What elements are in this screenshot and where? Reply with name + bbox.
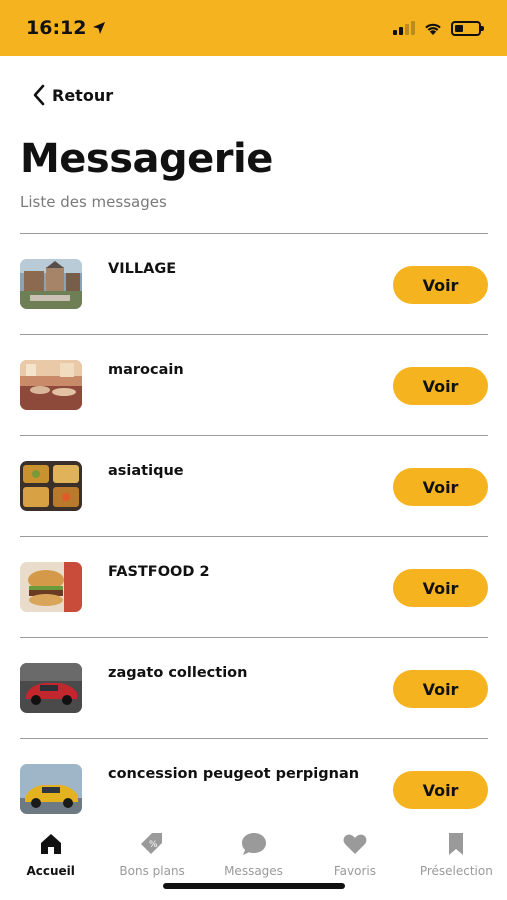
bookmark-icon <box>449 833 464 855</box>
message-title: concession peugeot perpignan <box>108 766 360 782</box>
tab-preselection[interactable]: Préselection <box>406 820 507 900</box>
message-list: VILLAGE Voir marocain Voir asiatique Voi… <box>20 233 488 839</box>
cellular-signal-icon <box>393 21 415 35</box>
list-item: VILLAGE Voir <box>20 233 488 334</box>
message-title: VILLAGE <box>108 261 177 277</box>
view-button[interactable]: Voir <box>393 771 488 809</box>
restaurant-thumbnail <box>20 360 82 410</box>
burger-thumbnail <box>20 562 82 612</box>
tab-label: Préselection <box>419 864 493 878</box>
message-title: marocain <box>108 362 184 378</box>
tab-label: Bons plans <box>119 864 185 878</box>
svg-text:%: % <box>149 840 158 850</box>
tab-label: Messages <box>224 864 283 878</box>
battery-icon <box>451 20 484 36</box>
chevron-left-icon <box>33 84 45 106</box>
asian-food-thumbnail <box>20 461 82 511</box>
wifi-icon <box>425 23 441 35</box>
tab-label: Accueil <box>26 864 75 878</box>
location-arrow-icon <box>93 22 106 34</box>
message-title: zagato collection <box>108 665 248 681</box>
view-button[interactable]: Voir <box>393 266 488 304</box>
view-button[interactable]: Voir <box>393 569 488 607</box>
back-button[interactable]: Retour <box>32 84 113 106</box>
tab-label: Favoris <box>333 864 376 878</box>
page-subtitle: Liste des messages <box>20 193 167 211</box>
chat-bubble-icon <box>241 833 266 855</box>
heart-icon <box>343 834 367 854</box>
home-icon <box>40 834 61 854</box>
list-item: FASTFOOD 2 Voir <box>20 536 488 637</box>
tab-accueil[interactable]: Accueil <box>0 820 101 900</box>
status-time: 16:12 <box>26 17 87 39</box>
message-title: FASTFOOD 2 <box>108 564 210 580</box>
status-indicators <box>393 20 484 36</box>
village-thumbnail <box>20 259 82 309</box>
home-indicator <box>163 883 345 889</box>
message-title: asiatique <box>108 463 184 479</box>
view-button[interactable]: Voir <box>393 367 488 405</box>
page-title: Messagerie <box>20 136 273 182</box>
yellow-car-thumbnail <box>20 764 82 814</box>
view-button[interactable]: Voir <box>393 670 488 708</box>
red-car-thumbnail <box>20 663 82 713</box>
back-label: Retour <box>52 85 114 105</box>
price-tag-icon: % <box>141 833 163 854</box>
list-item: asiatique Voir <box>20 435 488 536</box>
view-button[interactable]: Voir <box>393 468 488 506</box>
list-item: marocain Voir <box>20 334 488 435</box>
status-bar: 16:12 <box>0 0 507 56</box>
list-item: zagato collection Voir <box>20 637 488 738</box>
